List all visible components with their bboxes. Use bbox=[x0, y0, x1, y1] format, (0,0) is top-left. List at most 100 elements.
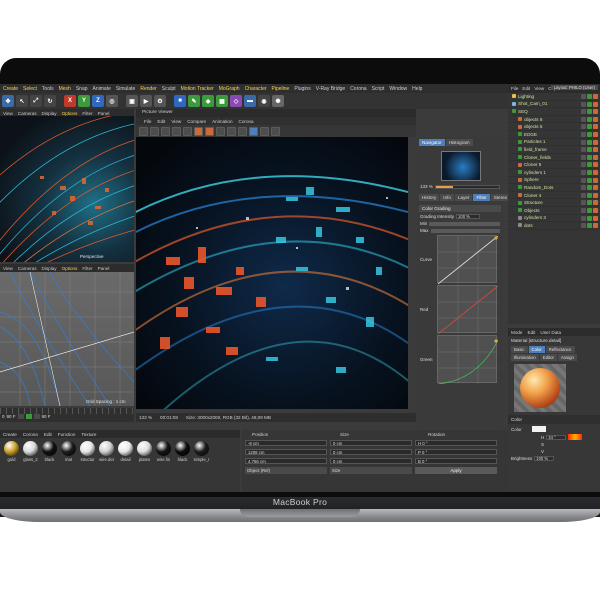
material-tab[interactable]: Assign bbox=[557, 354, 577, 361]
material-menu-item[interactable]: Create bbox=[3, 432, 17, 437]
hue-picker[interactable] bbox=[568, 434, 583, 440]
object-row[interactable]: objects 5 bbox=[508, 123, 600, 131]
object-row[interactable]: EDGE bbox=[508, 131, 600, 139]
coord-field[interactable]: 0 cm bbox=[330, 439, 412, 446]
object-row[interactable]: Structure bbox=[508, 199, 600, 207]
coord-field[interactable]: -8 cm bbox=[245, 439, 327, 446]
color-grading-section[interactable]: Color Grading bbox=[419, 205, 501, 212]
material-menu-item[interactable]: Edit bbox=[44, 432, 52, 437]
viewer-menu-item[interactable]: View bbox=[171, 119, 181, 124]
viewport-menu-item[interactable]: Filter bbox=[82, 111, 92, 116]
fullscreen-icon[interactable] bbox=[216, 126, 225, 136]
save-icon[interactable] bbox=[161, 126, 170, 136]
object-menu-item[interactable]: Edit bbox=[522, 86, 530, 91]
menu-item[interactable]: Animate bbox=[93, 86, 111, 92]
grading-field[interactable]: 100 % bbox=[456, 214, 481, 219]
lut-icon[interactable] bbox=[249, 126, 258, 136]
coordinate-mode-select[interactable]: Object (Rel) bbox=[245, 467, 327, 474]
green-curve-editor[interactable] bbox=[437, 335, 499, 385]
material-thumb[interactable]: mat bbox=[60, 441, 77, 462]
timeline-frame[interactable]: 90 F bbox=[7, 414, 16, 419]
navigator-thumbnail[interactable] bbox=[441, 151, 481, 181]
material-thumb[interactable]: glass_2 bbox=[22, 441, 39, 462]
render-picture-icon[interactable]: ▶ bbox=[140, 95, 152, 107]
camera-object-icon[interactable]: ◉ bbox=[258, 95, 270, 107]
viewport-menu-item[interactable]: Options bbox=[62, 266, 78, 271]
viewport-menu-item[interactable]: Cameras bbox=[18, 266, 37, 271]
color-swatch[interactable] bbox=[531, 426, 546, 432]
layout-select[interactable]: Layout: PHILO (User) bbox=[550, 85, 598, 90]
coord-field[interactable]: H 0 ° bbox=[415, 439, 497, 446]
object-row[interactable]: Random_Dots bbox=[508, 184, 600, 192]
tab-info[interactable]: Info bbox=[440, 194, 454, 201]
tab-navigator[interactable]: Navigator bbox=[419, 139, 445, 146]
viewport-menu-item[interactable]: View bbox=[3, 111, 13, 116]
coord-field[interactable]: 1208 cm bbox=[245, 448, 327, 455]
curve-editor[interactable] bbox=[437, 235, 499, 285]
region-icon[interactable] bbox=[183, 126, 192, 136]
max-slider[interactable] bbox=[430, 228, 500, 233]
play-icon[interactable] bbox=[25, 414, 32, 419]
render-icon[interactable] bbox=[139, 126, 148, 136]
menu-item[interactable]: Pipeline bbox=[272, 86, 290, 92]
pen-icon[interactable]: ✎ bbox=[188, 95, 200, 107]
first-frame-icon[interactable] bbox=[17, 414, 24, 419]
viewport-menu-item[interactable]: Panel bbox=[98, 266, 110, 271]
menu-item[interactable]: Corona bbox=[350, 86, 366, 92]
menu-item[interactable]: MoGraph bbox=[219, 86, 240, 92]
tab-histogram[interactable]: Histogram bbox=[445, 139, 473, 146]
menu-item[interactable]: Motion Tracker bbox=[181, 86, 214, 92]
menu-item[interactable]: Create bbox=[3, 86, 18, 92]
viewer-menu-item[interactable]: File bbox=[144, 119, 151, 124]
viewport-side[interactable]: Grid Spacing : 1 cm bbox=[0, 272, 134, 406]
object-row[interactable]: cylinders 3 bbox=[508, 215, 600, 223]
subdivision-icon[interactable]: ◆ bbox=[202, 95, 214, 107]
info-icon[interactable] bbox=[260, 126, 269, 136]
red-curve-editor[interactable] bbox=[437, 285, 499, 335]
attribute-menu-item[interactable]: Mode bbox=[511, 330, 523, 335]
attribute-menu-item[interactable]: User Data bbox=[540, 330, 561, 335]
viewer-menu-item[interactable]: Compare bbox=[187, 119, 206, 124]
axis-y-icon[interactable]: Y bbox=[78, 95, 90, 107]
object-row[interactable]: dots bbox=[508, 222, 600, 230]
material-tab[interactable]: Illumination bbox=[511, 354, 539, 361]
apply-button[interactable]: Apply bbox=[415, 467, 497, 474]
render-view-icon[interactable]: ▣ bbox=[126, 95, 138, 107]
menu-item[interactable]: Sculpt bbox=[162, 86, 176, 92]
world-coord-icon[interactable]: ◎ bbox=[106, 95, 118, 107]
viewport-menu-item[interactable]: Options bbox=[62, 111, 78, 116]
brightness-field[interactable]: 100 % bbox=[534, 456, 555, 461]
object-row[interactable]: cylinders 1 bbox=[508, 169, 600, 177]
material-thumb[interactable]: wire.det bbox=[98, 441, 115, 462]
coord-field[interactable]: P 0 ° bbox=[415, 448, 497, 455]
material-tab[interactable]: Editor bbox=[539, 354, 557, 361]
cube-icon[interactable]: ■ bbox=[174, 95, 186, 107]
viewport-perspective[interactable]: Perspective bbox=[0, 116, 134, 262]
menu-item[interactable]: Help bbox=[412, 86, 422, 92]
menu-item[interactable]: Script bbox=[372, 86, 385, 92]
size-mode-select[interactable]: Size bbox=[330, 467, 412, 474]
scale-tool-icon[interactable]: ⤢ bbox=[30, 95, 42, 107]
menu-item[interactable]: Plugins bbox=[294, 86, 310, 92]
select-tool-icon[interactable]: ↖ bbox=[16, 95, 28, 107]
export-icon[interactable] bbox=[271, 126, 280, 136]
coord-field[interactable]: 0 cm bbox=[330, 448, 412, 455]
array-icon[interactable]: ▦ bbox=[216, 95, 228, 107]
material-menu-item[interactable]: Function bbox=[58, 432, 76, 437]
object-row[interactable]: Particles 1 bbox=[508, 139, 600, 147]
tab-history[interactable]: History bbox=[419, 194, 440, 201]
material-tab[interactable]: Color bbox=[528, 346, 545, 353]
menu-item[interactable]: Mesh bbox=[59, 86, 71, 92]
navigator-zoom-slider[interactable] bbox=[434, 184, 500, 189]
object-row[interactable]: SEQ bbox=[508, 108, 600, 116]
axis-z-icon[interactable]: Z bbox=[92, 95, 104, 107]
menu-item[interactable]: Simulate bbox=[116, 86, 135, 92]
histogram-icon[interactable] bbox=[238, 126, 247, 136]
material-tab[interactable]: Reflectance bbox=[545, 346, 575, 353]
object-row[interactable]: Shot_Cam_01 bbox=[508, 101, 600, 109]
object-row[interactable]: Objects bbox=[508, 207, 600, 215]
viewport-menu-item[interactable]: Cameras bbox=[18, 111, 37, 116]
object-row[interactable]: Lighting bbox=[508, 93, 600, 101]
object-row[interactable]: Cloner 4 bbox=[508, 192, 600, 200]
channel-icon[interactable] bbox=[227, 126, 236, 136]
